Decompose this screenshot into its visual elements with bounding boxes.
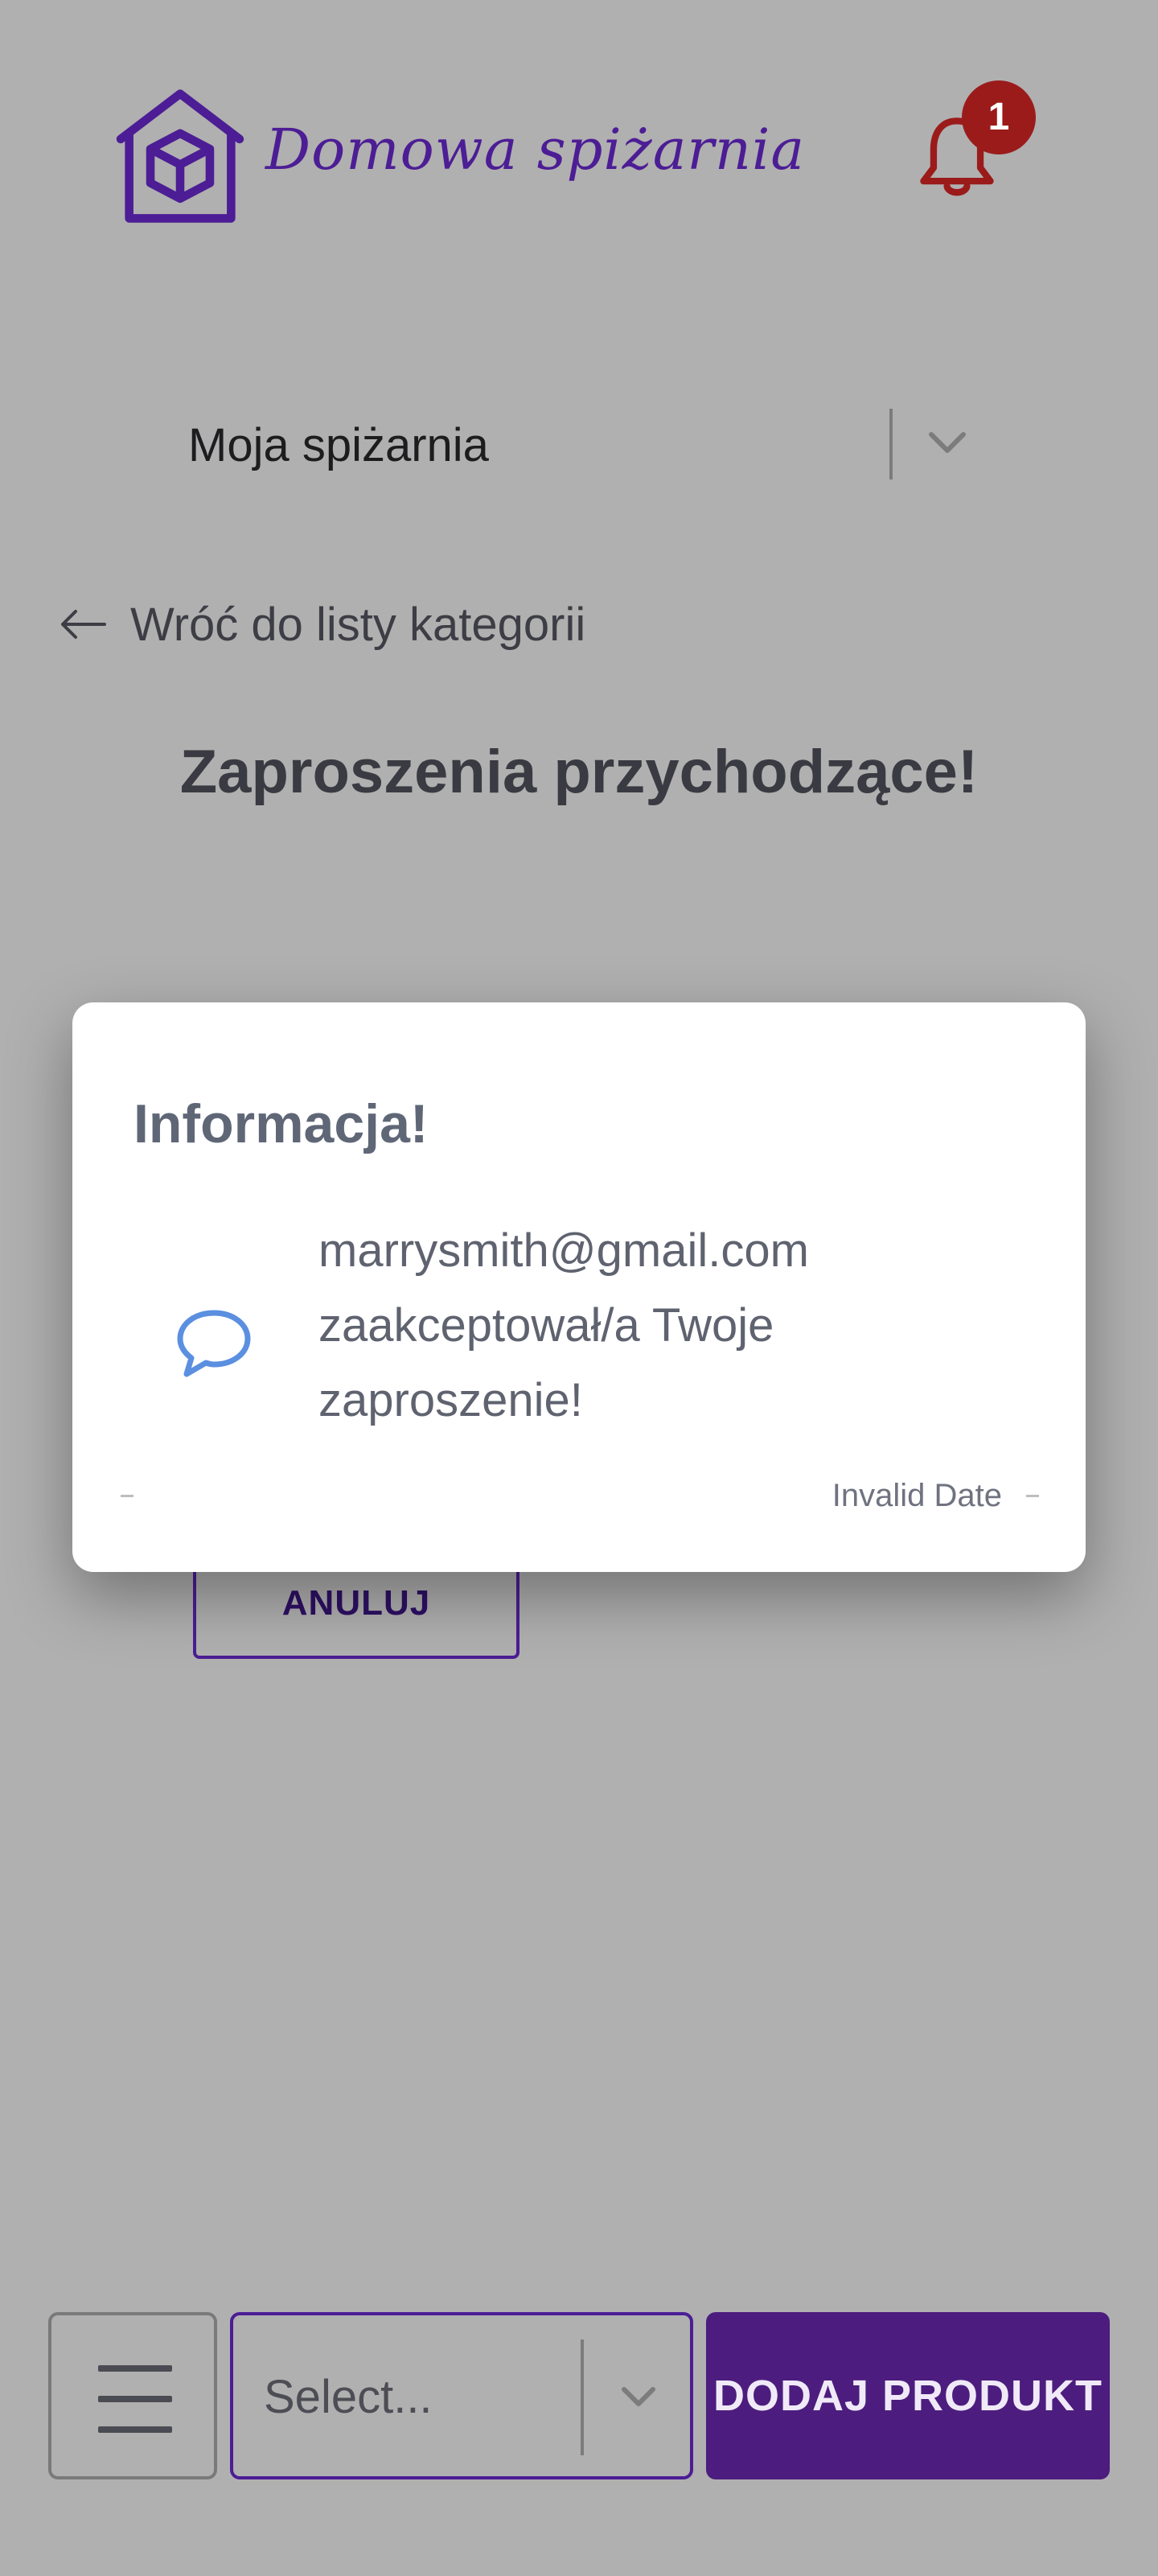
- modal-date: Invalid Date: [832, 1477, 1002, 1513]
- hamburger-icon: [98, 2365, 172, 2372]
- page-title: Zaproszenia przychodzące!: [179, 738, 979, 806]
- add-product-button[interactable]: DODAJ PRODUKT: [706, 2312, 1110, 2479]
- chevron-down-icon[interactable]: [618, 2383, 659, 2412]
- arrow-left-icon: [61, 610, 106, 639]
- pantry-select-value: Moja spiżarnia: [188, 419, 489, 471]
- chevron-down-icon[interactable]: [925, 426, 970, 459]
- category-select-placeholder: Select...: [264, 2371, 433, 2423]
- info-modal[interactable]: Informacja! marrysmith@gmail.com zaakcep…: [72, 1002, 1086, 1572]
- select-separator: [889, 409, 893, 479]
- notification-count-badge[interactable]: 1: [962, 80, 1036, 154]
- footer-divider-right: [1026, 1494, 1039, 1497]
- category-select[interactable]: Select...: [230, 2312, 693, 2479]
- chat-bubble-icon: [177, 1310, 251, 1377]
- pantry-select[interactable]: Moja spiżarnia: [161, 394, 989, 499]
- back-link-label: Wróć do listy kategorii: [130, 598, 586, 651]
- modal-footer: Invalid Date: [121, 1475, 1039, 1516]
- house-box-icon[interactable]: [109, 85, 251, 227]
- modal-message: marrysmith@gmail.com zaakceptował/a Twoj…: [318, 1224, 809, 1426]
- select-separator: [581, 2339, 584, 2455]
- page: Domowa spiżarnia 1 Moja spiżarnia Wróć d…: [0, 0, 1158, 2576]
- footer-divider-left: [121, 1494, 133, 1497]
- menu-button[interactable]: [48, 2312, 217, 2479]
- back-to-categories-link[interactable]: Wróć do listy kategorii: [58, 592, 585, 656]
- modal-title: Informacja!: [133, 1093, 429, 1154]
- app-logo-text[interactable]: Domowa spiżarnia: [265, 117, 805, 183]
